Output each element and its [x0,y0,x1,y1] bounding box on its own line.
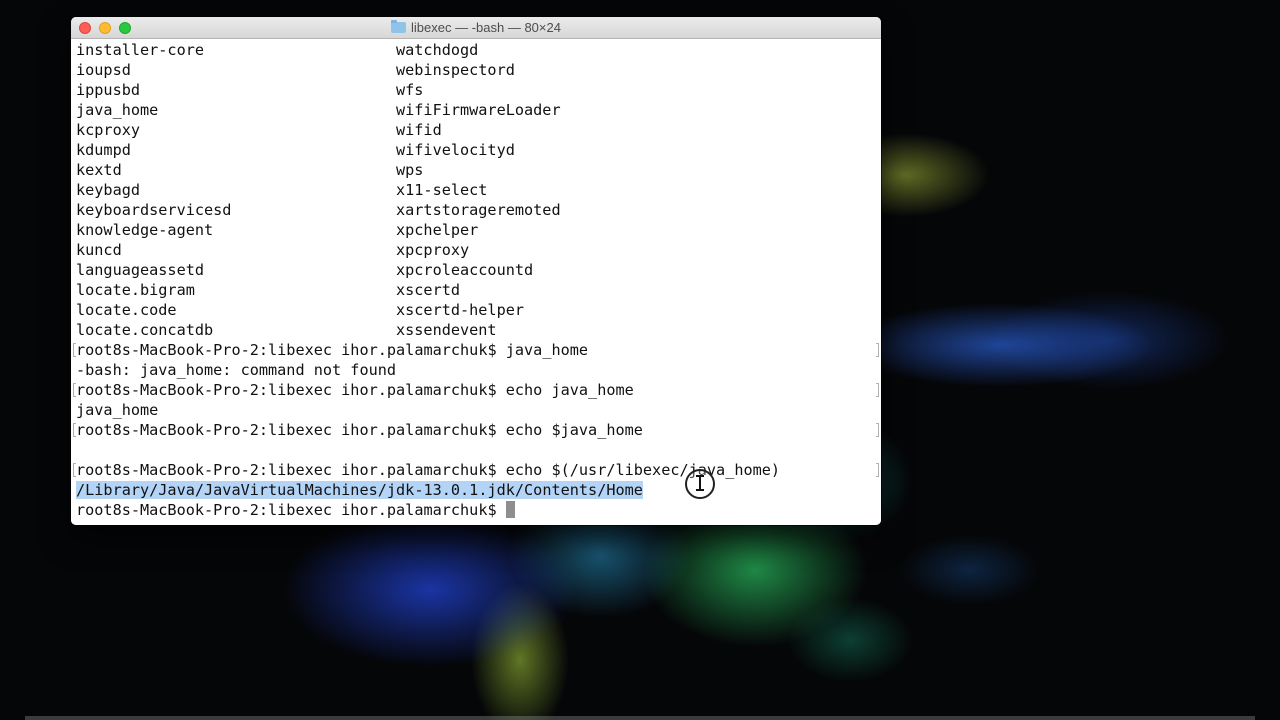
listing-item: xscertd [396,281,461,299]
active-prompt-line[interactable]: root8s-MacBook-Pro-2:libexec ihor.palama… [76,500,515,520]
listing-item: locate.code [76,301,177,319]
ibeam-cursor-icon [685,469,715,499]
listing-item: xpchelper [396,221,479,239]
command-line: root8s-MacBook-Pro-2:libexec ihor.palama… [76,421,643,439]
listing-item: wifid [396,121,442,139]
current-prompt: root8s-MacBook-Pro-2:libexec ihor.palama… [76,501,506,519]
listing-item: installer-core [76,41,205,59]
listing-item: wfs [396,81,424,99]
listing-item: kcproxy [76,121,141,139]
prompt-mark [876,343,879,357]
command-line: root8s-MacBook-Pro-2:libexec ihor.palama… [76,341,589,359]
text-cursor [505,501,515,518]
terminal-window[interactable]: libexec — -bash — 80×24 installer-core i… [71,17,881,525]
listing-item: webinspectord [396,61,515,79]
listing-item: ippusbd [76,81,141,99]
window-title-area: libexec — -bash — 80×24 [71,17,881,38]
output-line: java_home [76,401,159,419]
selected-text[interactable]: /Library/Java/JavaVirtualMachines/jdk-13… [76,481,643,499]
terminal-content[interactable]: installer-core ioupsd ippusbd java_home … [71,40,881,525]
listing-item: xpcproxy [396,241,470,259]
output-line: -bash: java_home: command not found [76,361,397,379]
listing-item: wifiFirmwareLoader [396,101,561,119]
prompt-mark [876,383,879,397]
listing-item: locate.concatdb [76,321,214,339]
listing-item: keyboardservicesd [76,201,232,219]
folder-icon [391,20,407,33]
listing-item: languageassetd [76,261,205,279]
listing-item: wps [396,161,424,179]
listing-item: ioupsd [76,61,131,79]
title-bar[interactable]: libexec — -bash — 80×24 [71,17,881,39]
listing-item: wifivelocityd [396,141,515,159]
prompt-mark [876,423,879,437]
listing-item: watchdogd [396,41,479,59]
listing-item: xpcroleaccountd [396,261,534,279]
command-line: root8s-MacBook-Pro-2:libexec ihor.palama… [76,381,634,399]
window-title: libexec — -bash — 80×24 [411,20,561,35]
listing-item: kextd [76,161,122,179]
listing-item: keybagd [76,181,141,199]
listing-item: xartstorageremoted [396,201,561,219]
listing-item: knowledge-agent [76,221,214,239]
listing-item: kdumpd [76,141,131,159]
listing-item: locate.bigram [76,281,195,299]
dock-edge [25,716,1255,720]
listing-item: xssendevent [396,321,497,339]
listing-item: xscertd-helper [396,301,525,319]
listing-item: kuncd [76,241,122,259]
listing-item: java_home [76,101,159,119]
listing-item: x11-select [396,181,488,199]
prompt-mark [876,463,879,477]
output-line[interactable]: /Library/Java/JavaVirtualMachines/jdk-13… [76,480,643,500]
command-line: root8s-MacBook-Pro-2:libexec ihor.palama… [76,461,781,479]
